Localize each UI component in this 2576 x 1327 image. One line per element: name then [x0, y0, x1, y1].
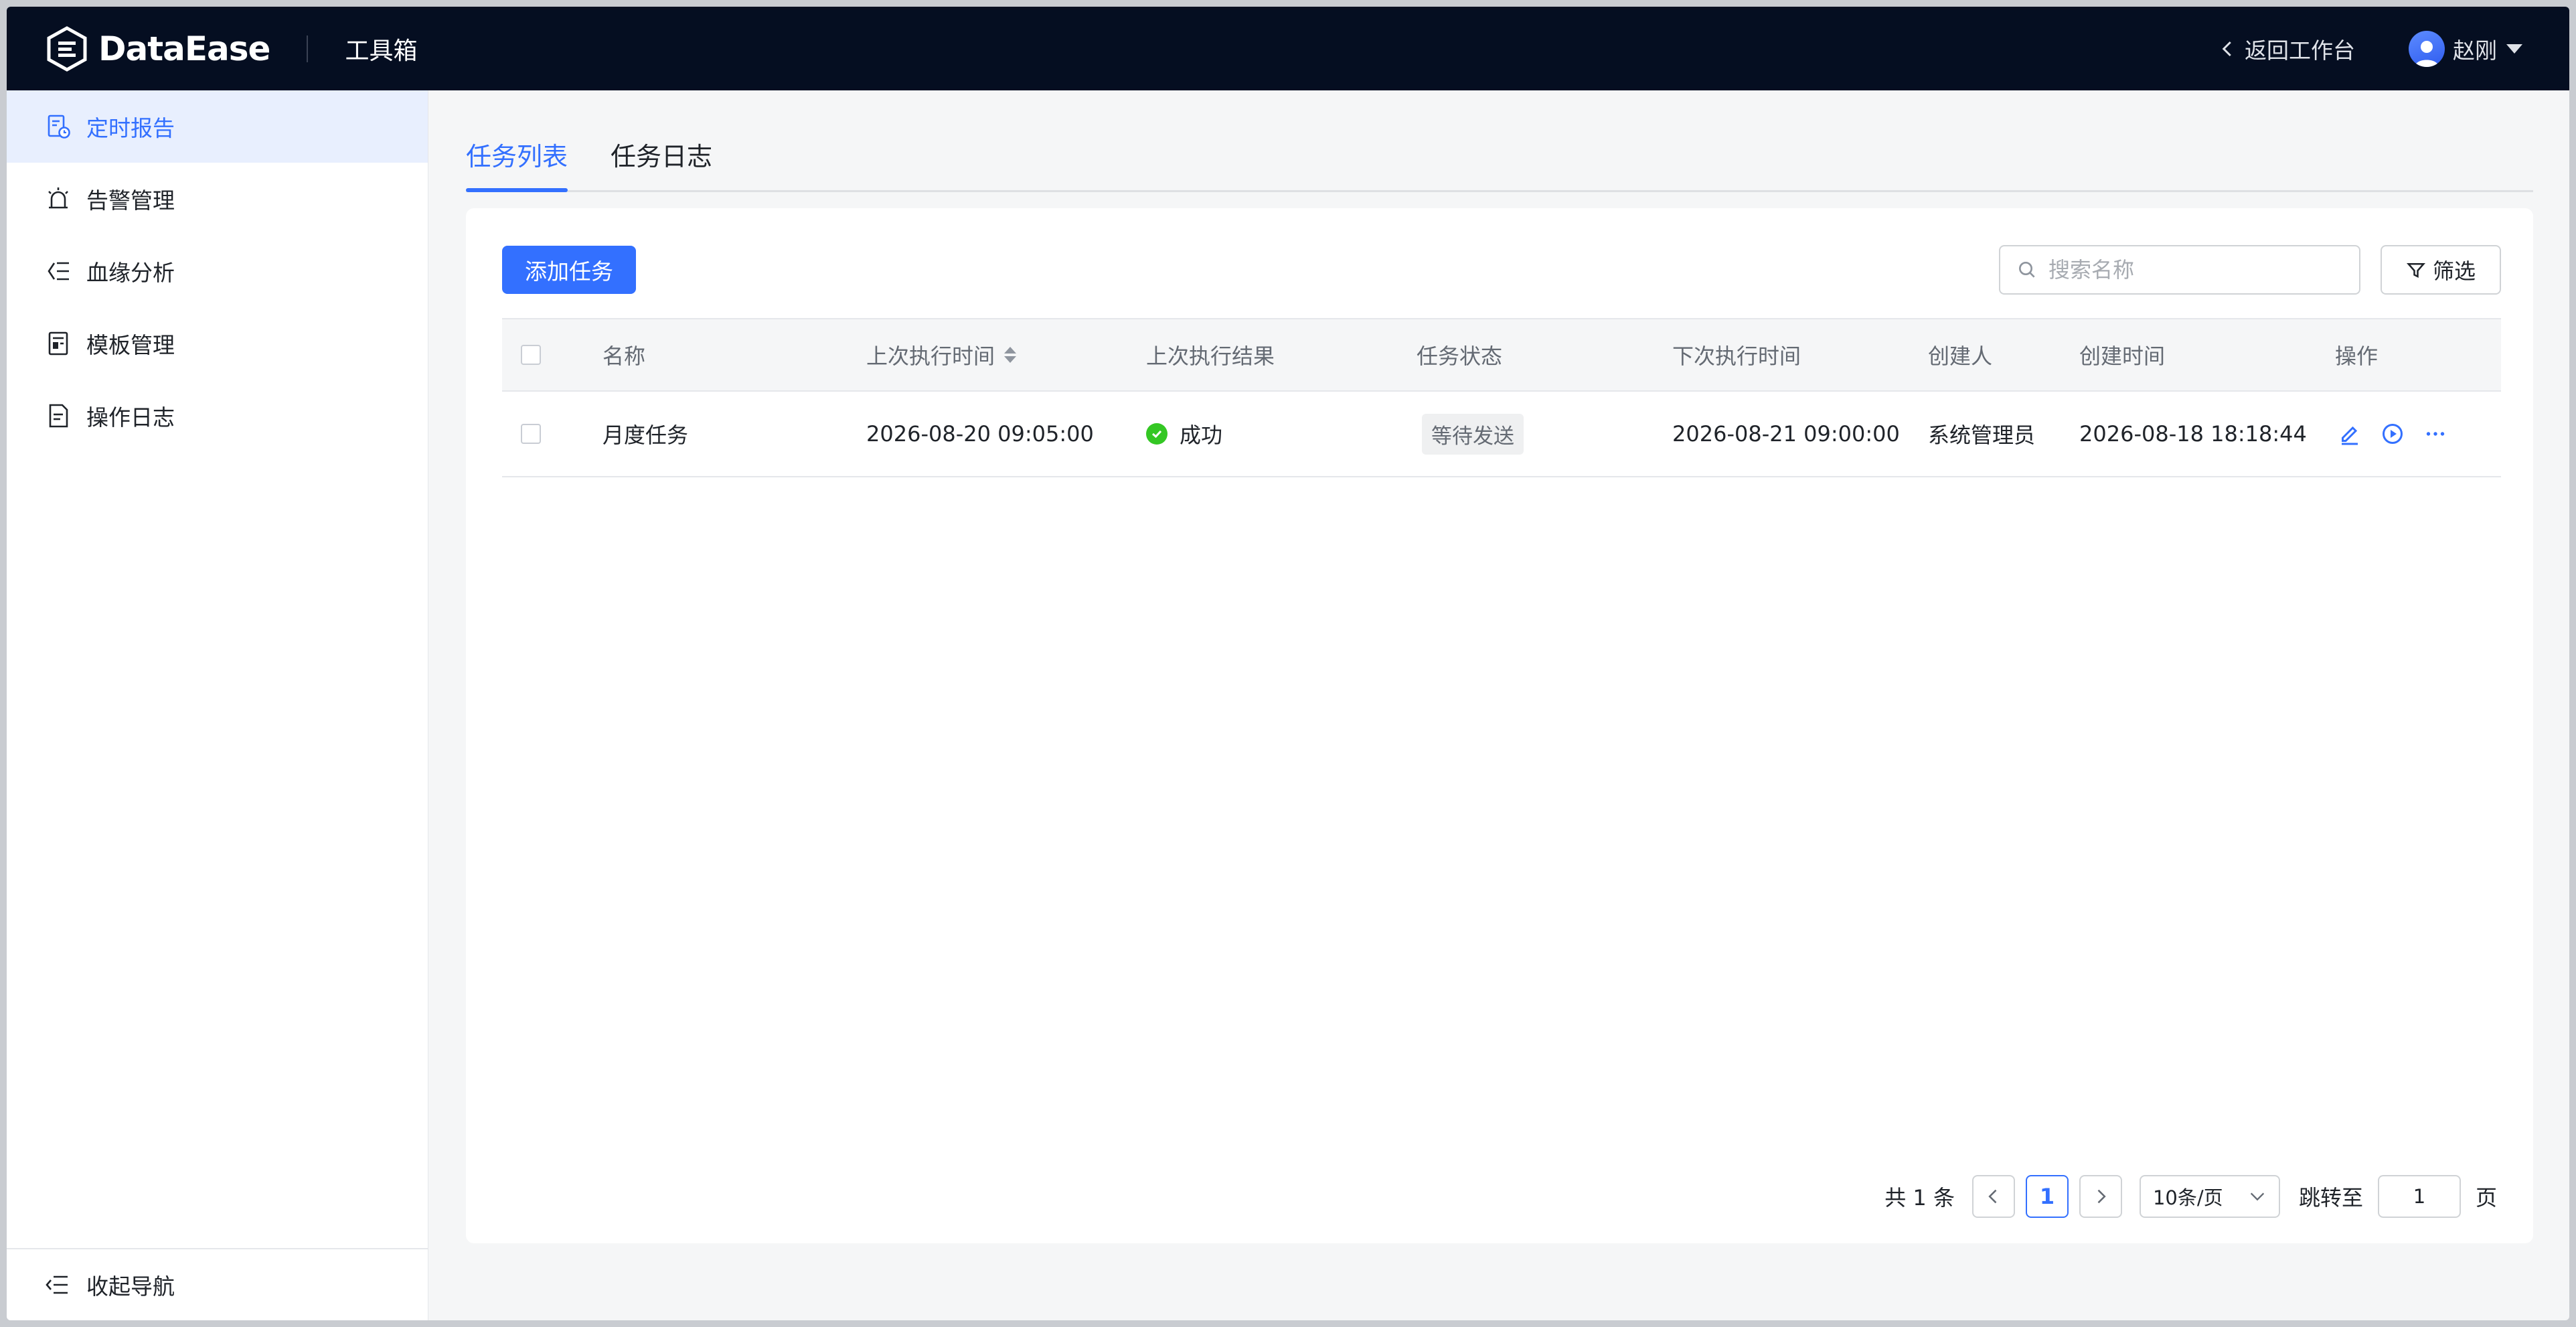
creator: 系统管理员	[1928, 422, 2036, 448]
lineage-icon	[44, 256, 73, 286]
app-window: DataEase 工具箱 返回工作台 赵刚 定时报告 告警管理 血缘分析 模板管…	[7, 7, 2569, 1320]
chevron-down-icon	[2250, 1192, 2265, 1201]
header-actions: 返回工作台 赵刚	[2218, 30, 2522, 67]
task-status: 等待发送	[1422, 392, 1524, 476]
sidebar-item-scheduled-report[interactable]: 定时报告	[7, 90, 428, 163]
tab-bar: 任务列表 任务日志	[466, 90, 2533, 192]
jump-page-input[interactable]	[2377, 1175, 2461, 1218]
top-bar: DataEase 工具箱 返回工作台 赵刚	[7, 7, 2569, 90]
caret-down-icon	[2506, 44, 2522, 54]
avatar	[2409, 30, 2445, 67]
success-check-icon	[1146, 423, 1168, 445]
main-content: 任务列表 任务日志 添加任务 筛选 名称 上次执行时间	[466, 90, 2533, 1243]
template-icon	[44, 329, 73, 358]
sidebar: 定时报告 告警管理 血缘分析 模板管理 操作日志 收起导航	[7, 90, 428, 1320]
total-count: 共 1 条	[1884, 1185, 1955, 1211]
column-header-last-result[interactable]: 上次执行结果	[1146, 319, 1275, 390]
sort-icon[interactable]	[1004, 347, 1017, 363]
header-divider	[307, 35, 309, 62]
search-icon	[2019, 262, 2035, 278]
select-all-checkbox[interactable]	[521, 345, 541, 365]
next-run-time: 2026-08-21 09:00:00	[1672, 421, 1900, 447]
log-icon	[44, 401, 73, 431]
column-header-next-run[interactable]: 下次执行时间	[1672, 319, 1801, 390]
sidebar-item-operation-log[interactable]: 操作日志	[7, 380, 428, 452]
created-at: 2026-08-18 18:18:44	[2079, 421, 2307, 447]
last-run-result: 成功	[1146, 392, 1222, 476]
page-number-button[interactable]: 1	[2025, 1175, 2069, 1218]
task-table: 名称 上次执行时间 上次执行结果 任务状态 下次执行时间 创建人 创建时间 操作…	[502, 318, 2501, 477]
chevron-left-icon	[2222, 41, 2231, 56]
edit-icon[interactable]	[2336, 420, 2363, 447]
section-title: 工具箱	[345, 37, 418, 65]
column-header-last-run[interactable]: 上次执行时间	[866, 319, 1017, 390]
add-task-button[interactable]: 添加任务	[502, 246, 636, 294]
sidebar-item-alarm[interactable]: 告警管理	[7, 163, 428, 235]
collapse-nav-label: 收起导航	[86, 1273, 175, 1300]
filter-icon	[2406, 263, 2425, 279]
user-name: 赵刚	[2453, 37, 2497, 64]
more-icon[interactable]	[2422, 420, 2449, 447]
page-size-select[interactable]: 10条/页	[2139, 1175, 2280, 1218]
next-page-button[interactable]	[2079, 1175, 2122, 1218]
column-header-creator[interactable]: 创建人	[1928, 319, 1992, 390]
jump-label: 跳转至	[2298, 1185, 2363, 1211]
collapse-menu-icon	[46, 1275, 68, 1294]
table-header: 名称 上次执行时间 上次执行结果 任务状态 下次执行时间 创建人 创建时间 操作	[502, 318, 2501, 392]
row-actions	[2336, 392, 2465, 476]
collapse-nav-button[interactable]: 收起导航	[7, 1248, 428, 1320]
row-checkbox[interactable]	[521, 424, 541, 444]
sidebar-item-label: 操作日志	[86, 404, 175, 431]
alarm-icon	[44, 184, 73, 214]
column-header-status[interactable]: 任务状态	[1417, 319, 1502, 390]
task-name: 月度任务	[602, 422, 689, 448]
table-row[interactable]: 月度任务 2026-08-20 09:05:00 成功 等待发送 2026-08…	[502, 392, 2501, 477]
pagination: 共 1 条 1 10条/页 跳转至 页	[1884, 1175, 2497, 1218]
column-header-actions: 操作	[2335, 343, 2379, 369]
filter-button[interactable]: 筛选	[2381, 245, 2501, 295]
dataease-logo-icon	[47, 25, 87, 72]
prev-page-button[interactable]	[1971, 1175, 2015, 1218]
status-badge: 等待发送	[1422, 413, 1524, 455]
chevron-left-icon	[1988, 1189, 1997, 1204]
back-link-label: 返回工作台	[2245, 37, 2355, 64]
tab-task-log[interactable]: 任务日志	[611, 136, 712, 190]
page-suffix: 页	[2475, 1185, 2497, 1211]
result-label: 成功	[1180, 422, 1223, 448]
back-to-workbench-link[interactable]: 返回工作台	[2218, 33, 2355, 65]
page-size-value: 10条/页	[2152, 1186, 2223, 1209]
column-header-label: 上次执行时间	[866, 343, 995, 369]
sidebar-item-label: 血缘分析	[86, 260, 175, 286]
search-box	[1999, 245, 2360, 295]
run-icon[interactable]	[2379, 420, 2406, 447]
column-header-name[interactable]: 名称	[602, 319, 645, 390]
tab-task-list[interactable]: 任务列表	[466, 136, 568, 192]
scheduled-report-icon	[44, 112, 73, 141]
sidebar-item-template[interactable]: 模板管理	[7, 307, 428, 380]
brand-name: DataEase	[98, 29, 270, 68]
sidebar-item-label: 模板管理	[86, 332, 175, 358]
sidebar-item-lineage[interactable]: 血缘分析	[7, 235, 428, 307]
chevron-right-icon	[2097, 1189, 2106, 1204]
last-run-time: 2026-08-20 09:05:00	[866, 421, 1094, 447]
sidebar-item-label: 告警管理	[86, 187, 175, 214]
filter-label: 筛选	[2432, 258, 2476, 284]
sidebar-item-label: 定时报告	[86, 115, 175, 141]
brand-logo[interactable]: DataEase	[44, 25, 270, 72]
search-input[interactable]	[2048, 257, 2343, 283]
user-avatar-icon	[2415, 40, 2439, 67]
task-list-card: 添加任务 筛选 名称 上次执行时间 上次执行结果 任务状态	[466, 208, 2533, 1243]
column-header-created-at[interactable]: 创建时间	[2079, 319, 2165, 390]
user-menu[interactable]: 赵刚	[2409, 30, 2522, 67]
